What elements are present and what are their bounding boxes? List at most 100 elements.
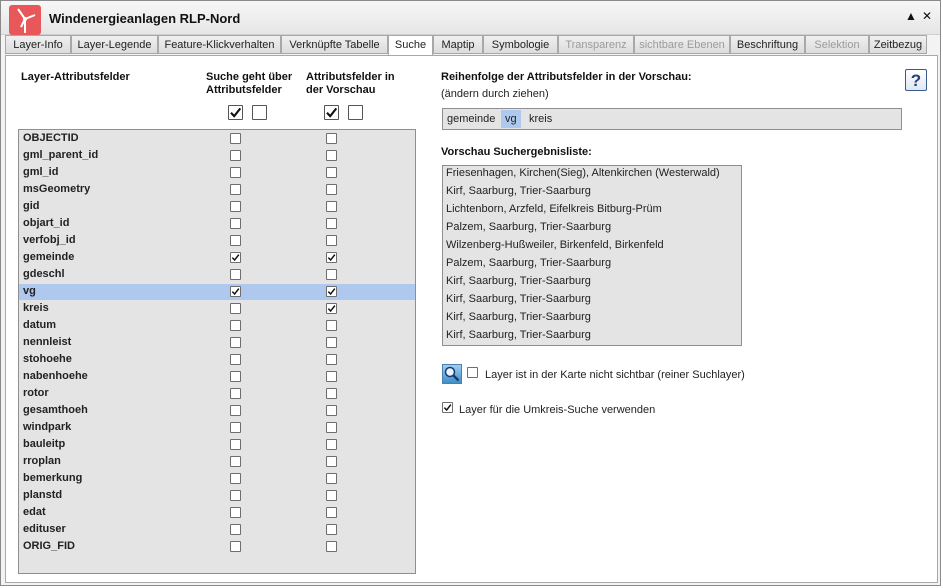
field-row[interactable]: ORIG_FID <box>19 539 415 555</box>
search-field-checkbox[interactable] <box>230 133 241 144</box>
search-field-checkbox[interactable] <box>230 269 241 280</box>
field-row[interactable]: rotor <box>19 386 415 402</box>
search-field-checkbox[interactable] <box>230 150 241 161</box>
field-row[interactable]: objart_id <box>19 216 415 232</box>
preview-field-checkbox[interactable] <box>326 150 337 161</box>
tab-maptip[interactable]: Maptip <box>433 35 483 54</box>
preview-field-checkbox[interactable] <box>326 286 337 297</box>
field-row[interactable]: stohoehe <box>19 352 415 368</box>
title-bar[interactable]: Windenergieanlagen RLP-Nord ▲ ✕ <box>1 1 940 35</box>
field-row[interactable]: gesamthoeh <box>19 403 415 419</box>
field-row[interactable]: msGeometry <box>19 182 415 198</box>
search-field-checkbox[interactable] <box>230 456 241 467</box>
preview-field-checkbox[interactable] <box>326 473 337 484</box>
order-chip[interactable]: vg <box>501 110 521 128</box>
search-field-checkbox[interactable] <box>230 201 241 212</box>
field-row[interactable]: kreis <box>19 301 415 317</box>
order-header: Reihenfolge der Attributsfelder in der V… <box>441 71 692 83</box>
search-field-checkbox[interactable] <box>230 286 241 297</box>
collapse-icon[interactable]: ▲ <box>904 9 918 23</box>
preview-select-none-checkbox[interactable] <box>348 105 363 120</box>
field-row[interactable]: verfobj_id <box>19 233 415 249</box>
field-name: kreis <box>23 302 49 314</box>
tab-layer-legende[interactable]: Layer-Legende <box>71 35 158 54</box>
preview-field-checkbox[interactable] <box>326 524 337 535</box>
search-field-checkbox[interactable] <box>230 218 241 229</box>
search-field-checkbox[interactable] <box>230 320 241 331</box>
preview-field-checkbox[interactable] <box>326 167 337 178</box>
preview-field-checkbox[interactable] <box>326 201 337 212</box>
magnifier-search-icon[interactable] <box>442 364 462 384</box>
preview-field-checkbox[interactable] <box>326 252 337 263</box>
field-row[interactable]: bemerkung <box>19 471 415 487</box>
field-row[interactable]: rroplan <box>19 454 415 470</box>
search-field-checkbox[interactable] <box>230 422 241 433</box>
preview-field-checkbox[interactable] <box>326 133 337 144</box>
preview-field-checkbox[interactable] <box>326 422 337 433</box>
search-field-checkbox[interactable] <box>230 235 241 246</box>
field-row[interactable]: edat <box>19 505 415 521</box>
field-row[interactable]: gml_parent_id <box>19 148 415 164</box>
tab-suche[interactable]: Suche <box>388 35 433 56</box>
preview-field-checkbox[interactable] <box>326 507 337 518</box>
search-field-checkbox[interactable] <box>230 524 241 535</box>
help-button[interactable]: ? <box>905 69 927 91</box>
preview-field-checkbox[interactable] <box>326 303 337 314</box>
field-row[interactable]: edituser <box>19 522 415 538</box>
search-select-none-checkbox[interactable] <box>252 105 267 120</box>
preview-field-checkbox[interactable] <box>326 354 337 365</box>
search-field-checkbox[interactable] <box>230 371 241 382</box>
preview-field-checkbox[interactable] <box>326 388 337 399</box>
preview-field-checkbox[interactable] <box>326 320 337 331</box>
preview-select-all-checkbox[interactable] <box>324 105 339 120</box>
search-field-checkbox[interactable] <box>230 252 241 263</box>
preview-field-checkbox[interactable] <box>326 371 337 382</box>
field-row[interactable]: vg <box>19 284 415 300</box>
field-row[interactable]: datum <box>19 318 415 334</box>
tab-layer-info[interactable]: Layer-Info <box>5 35 71 54</box>
field-row[interactable]: bauleitp <box>19 437 415 453</box>
search-field-checkbox[interactable] <box>230 354 241 365</box>
preview-field-checkbox[interactable] <box>326 337 337 348</box>
search-field-checkbox[interactable] <box>230 184 241 195</box>
preview-field-checkbox[interactable] <box>326 541 337 552</box>
radius-search-checkbox[interactable] <box>442 402 453 413</box>
field-row[interactable]: gml_id <box>19 165 415 181</box>
search-field-checkbox[interactable] <box>230 507 241 518</box>
search-field-checkbox[interactable] <box>230 303 241 314</box>
search-field-checkbox[interactable] <box>230 167 241 178</box>
search-field-checkbox[interactable] <box>230 541 241 552</box>
preview-field-checkbox[interactable] <box>326 456 337 467</box>
search-field-checkbox[interactable] <box>230 337 241 348</box>
tab-zeitbezug[interactable]: Zeitbezug <box>869 35 927 54</box>
preview-field-checkbox[interactable] <box>326 490 337 501</box>
field-row[interactable]: nennleist <box>19 335 415 351</box>
search-field-checkbox[interactable] <box>230 473 241 484</box>
search-select-all-checkbox[interactable] <box>228 105 243 120</box>
field-row[interactable]: windpark <box>19 420 415 436</box>
field-row[interactable]: nabenhoehe <box>19 369 415 385</box>
tab-verkn-pfte-tabelle[interactable]: Verknüpfte Tabelle <box>281 35 388 54</box>
preview-field-checkbox[interactable] <box>326 218 337 229</box>
tab-beschriftung[interactable]: Beschriftung <box>730 35 805 54</box>
preview-field-checkbox[interactable] <box>326 235 337 246</box>
preview-field-checkbox[interactable] <box>326 405 337 416</box>
field-row[interactable]: gemeinde <box>19 250 415 266</box>
order-chip[interactable]: kreis <box>525 110 556 128</box>
search-field-checkbox[interactable] <box>230 490 241 501</box>
field-row[interactable]: gid <box>19 199 415 215</box>
search-field-checkbox[interactable] <box>230 405 241 416</box>
close-icon[interactable]: ✕ <box>920 9 934 23</box>
preview-field-checkbox[interactable] <box>326 184 337 195</box>
order-chip[interactable]: gemeinde <box>443 110 499 128</box>
field-row[interactable]: gdeschl <box>19 267 415 283</box>
field-row[interactable]: OBJECTID <box>19 131 415 147</box>
preview-field-checkbox[interactable] <box>326 269 337 280</box>
field-row[interactable]: planstd <box>19 488 415 504</box>
search-layer-checkbox[interactable] <box>467 367 478 378</box>
preview-field-checkbox[interactable] <box>326 439 337 450</box>
search-field-checkbox[interactable] <box>230 388 241 399</box>
tab-feature-klickverhalten[interactable]: Feature-Klickverhalten <box>158 35 281 54</box>
tab-symbologie[interactable]: Symbologie <box>483 35 558 54</box>
search-field-checkbox[interactable] <box>230 439 241 450</box>
